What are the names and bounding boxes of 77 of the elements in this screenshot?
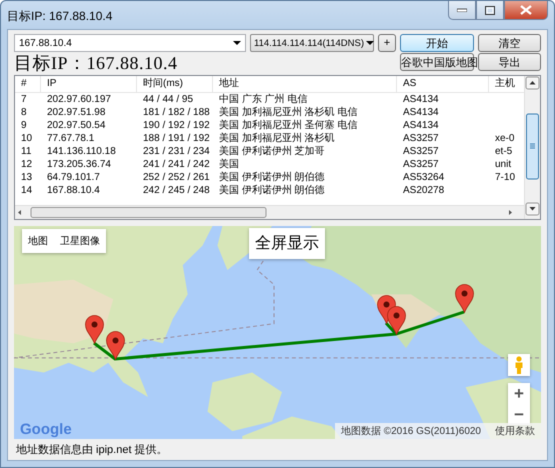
- maximize-icon[interactable]: [476, 1, 504, 20]
- footer-note: 地址数据信息由 ipip.net 提供。: [15, 443, 169, 458]
- table-cell-text: 167.88.10.4: [46, 184, 101, 197]
- table-cell-text: 14: [20, 184, 34, 197]
- table-cell-text: 242 / 245 / 248: [142, 184, 211, 197]
- caret-icon: [233, 41, 241, 45]
- table-cell-text: AS20278: [402, 184, 446, 197]
- zoom-out-button[interactable]: −: [508, 404, 530, 425]
- map-attribution: 地图数据 ©2016 GS(2011)6020: [340, 424, 481, 438]
- table-cell-text: 77.67.78.1: [46, 132, 96, 145]
- table-cell-text: 中国 广东 广州 电信: [218, 93, 308, 106]
- table-cell-text: AS4134: [402, 119, 440, 132]
- target-ip-label: 目标IP：167.88.10.4: [14, 53, 179, 73]
- vertical-scrollbar[interactable]: [524, 76, 540, 219]
- window-title: 目标IP: 167.88.10.4: [6, 8, 114, 25]
- table-cell-text: 8: [20, 106, 28, 119]
- table-cell-text: 10: [20, 132, 34, 145]
- table-cell-text: unit: [494, 158, 512, 171]
- horizontal-scrollbar[interactable]: [15, 205, 524, 219]
- zoom-in-button[interactable]: +: [508, 383, 530, 404]
- map-logo: Google: [19, 420, 73, 439]
- table-cell-text: 美国 伊利诺伊州 朗伯德: [218, 184, 326, 197]
- table-cell-text: 美国 伊利诺伊州 芝加哥: [218, 145, 326, 158]
- table-cell-text: 7: [20, 93, 28, 106]
- target-combo[interactable]: 167.88.10.4: [14, 34, 246, 52]
- terms-link[interactable]: 使用条款: [495, 424, 535, 438]
- table-cell-text: 241 / 241 / 242: [142, 158, 211, 171]
- table-cell-text: 7-10: [494, 171, 516, 184]
- column-header[interactable]: 地址: [213, 76, 397, 92]
- table-cell-text: AS3257: [402, 132, 440, 145]
- fullscreen-button[interactable]: 全屏显示: [249, 228, 325, 259]
- table-cell-text: et-5: [494, 145, 514, 158]
- table-cell-text: 202.97.50.54: [46, 119, 106, 132]
- table-cell-text: 173.205.36.74: [46, 158, 112, 171]
- table-cell-text: 11: [20, 145, 32, 158]
- map-pin-icon[interactable]: [386, 306, 406, 334]
- map-type-tab[interactable]: 卫星图像: [54, 229, 106, 253]
- clear-button[interactable]: 清空: [478, 34, 541, 52]
- table-cell-text: 美国: [218, 158, 240, 171]
- dns-dropdown[interactable]: 114.114.114.114(114DNS): [250, 34, 374, 52]
- table-cell-text: 190 / 192 / 192: [142, 119, 211, 132]
- table-cell-text: 美国 加利福尼亚州 圣何塞 电信: [218, 119, 358, 132]
- table-cell-text: 202.97.60.197: [46, 93, 112, 106]
- table-cell-text: AS4134: [402, 93, 440, 106]
- caret-icon: [366, 41, 374, 45]
- table-cell-text: AS53264: [402, 171, 446, 184]
- map-type-tab[interactable]: 地图: [22, 229, 54, 253]
- table-cell-text: AS4134: [402, 106, 440, 119]
- table-cell-text: 44 / 44 / 95: [142, 93, 194, 106]
- table-cell-text: 12: [20, 158, 34, 171]
- table-cell-text: 13: [20, 171, 34, 184]
- table-cell-text: 美国 加利福尼亚州 洛杉矶: [218, 132, 336, 145]
- column-header[interactable]: AS: [397, 76, 489, 92]
- table-cell-text: 141.136.110.18: [46, 145, 117, 158]
- table-cell-text: 64.79.101.7: [46, 171, 101, 184]
- table-cell-text: 美国 伊利诺伊州 朗伯德: [218, 171, 326, 184]
- map-pin-icon[interactable]: [454, 284, 474, 312]
- table-cell-text: 231 / 231 / 234: [142, 145, 211, 158]
- table-cell-text: 188 / 191 / 192: [142, 132, 211, 145]
- minimize-icon[interactable]: [448, 1, 476, 20]
- add-button[interactable]: +: [378, 34, 396, 52]
- start-button[interactable]: 开始: [400, 34, 474, 52]
- map-pin-icon[interactable]: [84, 314, 104, 344]
- table-cell-text: 美国 加利福尼亚州 洛杉矶 电信: [218, 106, 358, 119]
- column-header[interactable]: #: [15, 76, 41, 92]
- table-cell-text: 181 / 182 / 188: [142, 106, 211, 119]
- table-cell-text: 252 / 252 / 261: [142, 171, 211, 184]
- export-button[interactable]: 导出: [478, 53, 541, 71]
- table-cell-text: 9: [20, 119, 28, 132]
- table-cell-text: xe-0: [494, 132, 516, 145]
- column-header[interactable]: IP: [41, 76, 137, 92]
- close-icon[interactable]: [504, 1, 548, 20]
- table-cell-text: 202.97.51.98: [46, 106, 106, 119]
- table-cell-text: AS3257: [402, 158, 440, 171]
- column-header[interactable]: 时间(ms): [137, 76, 213, 92]
- table-cell-text: AS3257: [402, 145, 440, 158]
- map-pin-icon[interactable]: [106, 330, 124, 360]
